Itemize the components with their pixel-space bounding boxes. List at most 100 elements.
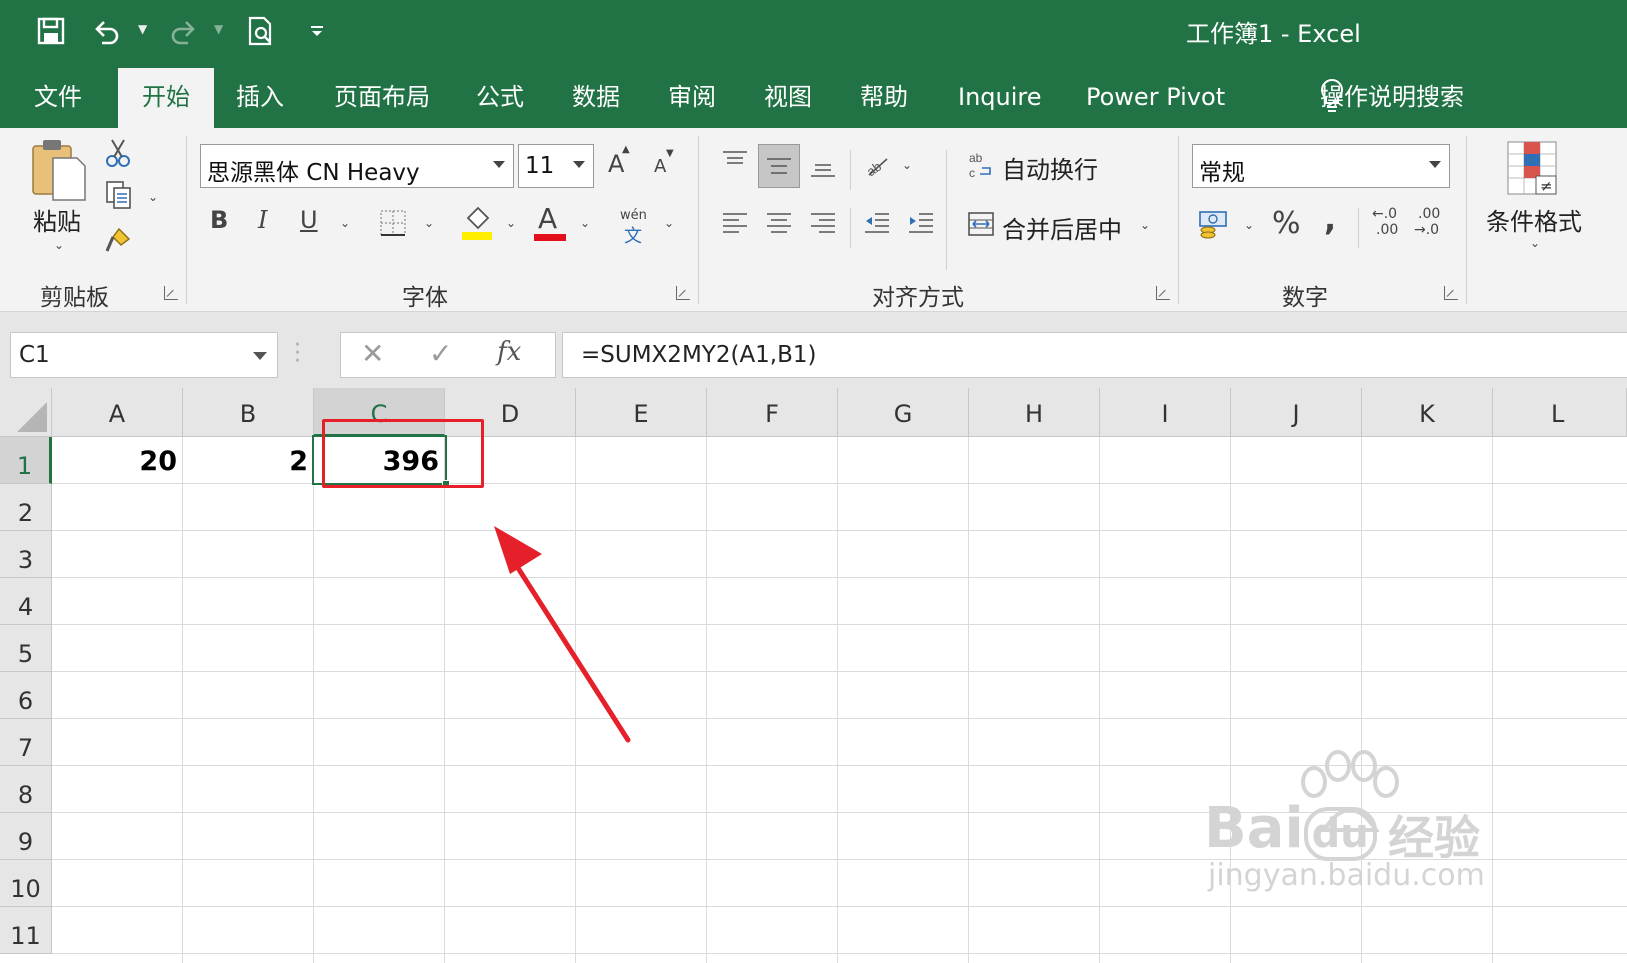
number-launcher-icon[interactable]	[1444, 286, 1458, 300]
copy-dropdown-icon[interactable]: ⌄	[148, 190, 158, 204]
align-top-icon[interactable]	[720, 148, 750, 174]
bold-button[interactable]: B	[210, 206, 228, 234]
cell-a1[interactable]: 20	[52, 437, 183, 486]
column-header-g[interactable]: G	[838, 388, 969, 437]
alignment-launcher-icon[interactable]	[1156, 286, 1170, 300]
accounting-dropdown-icon[interactable]: ⌄	[1244, 218, 1254, 232]
chevron-down-icon[interactable]	[493, 161, 505, 168]
increase-indent-icon[interactable]	[906, 210, 936, 236]
column-header-e[interactable]: E	[576, 388, 707, 437]
border-icon[interactable]	[378, 208, 408, 238]
customize-qat-icon[interactable]	[300, 14, 334, 48]
row-header-9[interactable]: 9	[0, 813, 52, 860]
redo-dropdown-icon[interactable]: ▼	[214, 22, 223, 36]
align-right-icon[interactable]	[808, 210, 838, 236]
fill-color-dropdown-icon[interactable]: ⌄	[506, 216, 516, 230]
chevron-down-icon[interactable]	[1429, 161, 1441, 168]
cell-b1[interactable]: 2	[183, 437, 314, 486]
align-middle-icon[interactable]	[758, 144, 800, 188]
insert-function-button[interactable]: fx	[497, 337, 521, 367]
row-header-8[interactable]: 8	[0, 766, 52, 813]
increase-decimal-button[interactable]: ←.0	[1372, 206, 1397, 222]
redo-icon[interactable]	[166, 14, 200, 48]
conditional-format-button[interactable]: 条件格式	[1486, 202, 1582, 237]
number-format-combo[interactable]: 常规	[1192, 144, 1450, 188]
orientation-dropdown-icon[interactable]: ⌄	[902, 158, 912, 172]
align-bottom-icon[interactable]	[808, 154, 838, 180]
tab-inquire[interactable]: Inquire	[954, 66, 1046, 128]
name-box[interactable]: C1	[10, 332, 278, 378]
column-header-f[interactable]: F	[707, 388, 838, 437]
print-preview-icon[interactable]	[244, 14, 278, 48]
wrap-text-icon[interactable]: ab c	[968, 150, 994, 180]
decrease-decimal-button[interactable]: .00	[1418, 206, 1440, 222]
font-color-dropdown-icon[interactable]: ⌄	[580, 216, 590, 230]
tab-insert[interactable]: 插入	[232, 66, 288, 128]
row-header-10[interactable]: 10	[0, 860, 52, 907]
row-header-2[interactable]: 2	[0, 484, 52, 531]
font-launcher-icon[interactable]	[676, 286, 690, 300]
merge-dropdown-icon[interactable]: ⌄	[1140, 218, 1150, 232]
tab-home[interactable]: 开始	[118, 68, 214, 128]
border-dropdown-icon[interactable]: ⌄	[424, 216, 434, 230]
align-center-icon[interactable]	[764, 210, 794, 236]
comma-style-button[interactable]: ,	[1324, 200, 1336, 238]
wrap-text-button[interactable]: 自动换行	[1002, 150, 1098, 185]
conditional-format-icon[interactable]: ≠	[1506, 140, 1558, 196]
row-header-11[interactable]: 11	[0, 907, 52, 954]
row-header-7[interactable]: 7	[0, 719, 52, 766]
conditional-format-dropdown-icon[interactable]: ⌄	[1530, 236, 1540, 250]
shrink-font-button[interactable]: A	[654, 156, 666, 177]
paste-dropdown-icon[interactable]: ⌄	[54, 238, 64, 252]
tab-data[interactable]: 数据	[568, 66, 624, 128]
column-header-l[interactable]: L	[1493, 388, 1627, 437]
save-icon[interactable]	[34, 14, 68, 48]
italic-button[interactable]: I	[258, 206, 267, 234]
cut-icon[interactable]	[104, 138, 132, 168]
splitter-grip-icon[interactable]: · · ·	[294, 335, 301, 373]
tab-page-layout[interactable]: 页面布局	[330, 66, 434, 128]
chevron-down-icon[interactable]	[573, 161, 585, 168]
tab-power-pivot[interactable]: Power Pivot	[1082, 66, 1229, 128]
column-header-k[interactable]: K	[1362, 388, 1493, 437]
undo-icon[interactable]	[90, 14, 124, 48]
tab-file[interactable]: 文件	[30, 66, 86, 128]
column-header-b[interactable]: B	[183, 388, 314, 437]
column-header-i[interactable]: I	[1100, 388, 1231, 437]
chevron-down-icon[interactable]	[253, 352, 267, 360]
decrease-indent-icon[interactable]	[862, 210, 892, 236]
tab-help[interactable]: 帮助	[856, 66, 912, 128]
row-header-1[interactable]: 1	[0, 437, 52, 484]
merge-center-button[interactable]: 合并后居中	[1002, 210, 1122, 245]
font-color-button[interactable]: A	[538, 202, 557, 235]
paste-button[interactable]: 粘贴	[33, 202, 81, 237]
merge-center-icon[interactable]	[966, 210, 996, 238]
row-header-5[interactable]: 5	[0, 625, 52, 672]
copy-icon[interactable]	[104, 180, 134, 210]
phonetic-button[interactable]: wén	[620, 208, 647, 223]
percent-style-button[interactable]: %	[1272, 206, 1301, 241]
formula-input[interactable]: =SUMX2MY2(A1,B1)	[562, 332, 1627, 378]
underline-dropdown-icon[interactable]: ⌄	[340, 216, 350, 230]
orientation-icon[interactable]: ab	[862, 150, 892, 180]
select-all-button[interactable]	[0, 388, 52, 437]
font-name-combo[interactable]: 思源黑体 CN Heavy	[200, 144, 514, 188]
row-header-6[interactable]: 6	[0, 672, 52, 719]
enter-icon[interactable]: ✓	[429, 337, 452, 370]
fill-color-icon[interactable]	[460, 204, 494, 242]
column-header-j[interactable]: J	[1231, 388, 1362, 437]
accounting-format-icon[interactable]	[1198, 208, 1230, 240]
column-header-a[interactable]: A	[52, 388, 183, 437]
tab-formulas[interactable]: 公式	[472, 66, 528, 128]
phonetic-dropdown-icon[interactable]: ⌄	[664, 216, 674, 230]
font-size-combo[interactable]: 11	[518, 144, 594, 188]
format-painter-icon[interactable]	[104, 224, 134, 254]
underline-button[interactable]: U	[300, 206, 318, 234]
row-header-4[interactable]: 4	[0, 578, 52, 625]
tab-review[interactable]: 审阅	[664, 66, 720, 128]
align-left-icon[interactable]	[720, 210, 750, 236]
paste-icon[interactable]	[30, 138, 90, 202]
column-header-h[interactable]: H	[969, 388, 1100, 437]
row-header-3[interactable]: 3	[0, 531, 52, 578]
cancel-icon[interactable]: ✕	[361, 337, 384, 370]
